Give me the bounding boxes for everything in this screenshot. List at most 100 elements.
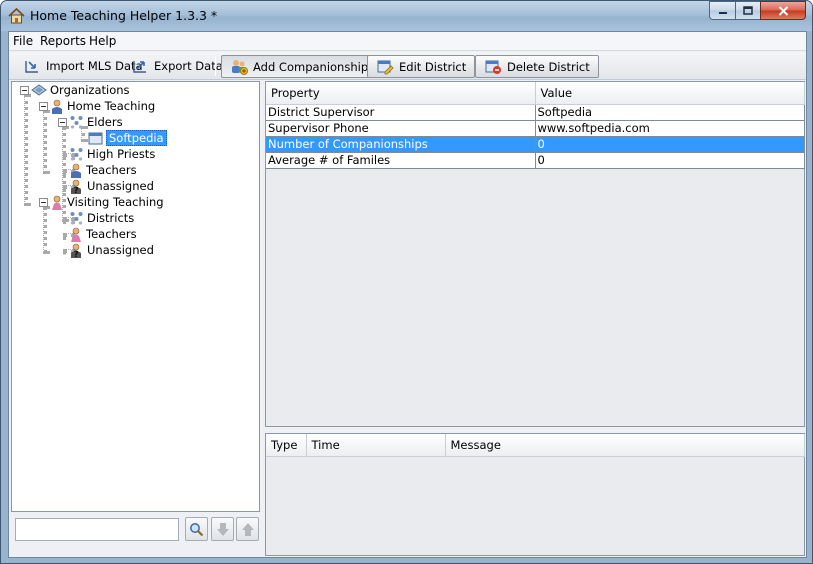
district-icon	[88, 132, 103, 144]
tree-label: Visiting Teaching	[67, 195, 164, 209]
tree-item-ht-teachers[interactable]: Teachers	[69, 162, 137, 178]
tree-connector	[43, 206, 47, 254]
edit-district-button[interactable]: Edit District	[367, 55, 476, 78]
import-icon	[25, 61, 38, 73]
minimize-button[interactable]	[709, 1, 736, 20]
tree-item-home-teaching[interactable]: Home Teaching	[50, 98, 155, 114]
collapse-elders-toggle[interactable]	[58, 118, 67, 127]
property-cell[interactable]: Supervisor Phone	[266, 120, 536, 137]
man-icon	[52, 99, 62, 114]
toolbar: Import MLS Data Export Data Add Companio…	[9, 52, 806, 80]
tree-label: Organizations	[50, 83, 130, 97]
tree-label-selected: Softpedia	[106, 130, 167, 146]
woman-icon	[71, 227, 81, 242]
value-cell[interactable]: 0	[535, 136, 805, 153]
tree-label: Home Teaching	[67, 99, 156, 113]
delete-district-button[interactable]: Delete District	[475, 55, 599, 78]
title-bar[interactable]: Home Teaching Helper 1.3.3 *	[1, 1, 812, 31]
woman-icon	[52, 195, 62, 210]
table-row[interactable]: Supervisor Phone www.softpedia.com	[266, 120, 805, 137]
delete-district-label: Delete District	[507, 59, 590, 74]
tree-item-districts[interactable]: Districts	[69, 210, 134, 226]
column-header-message[interactable]: Message	[445, 434, 805, 457]
property-cell[interactable]: Number of Companionships	[266, 136, 536, 153]
menu-help[interactable]: Help	[89, 34, 116, 48]
tree-item-vt-teachers[interactable]: Teachers	[69, 226, 137, 242]
property-cell[interactable]: District Supervisor	[266, 104, 536, 121]
menu-file[interactable]: File	[13, 34, 33, 48]
property-cell[interactable]: Average # of Familes	[266, 152, 536, 169]
column-header-type[interactable]: Type	[266, 434, 307, 457]
toolbar-separator	[215, 56, 216, 76]
tree-label: Districts	[87, 211, 135, 225]
tree-item-visiting-teaching[interactable]: Visiting Teaching	[50, 194, 164, 210]
export-label: Export Data	[154, 59, 223, 73]
minimize-icon	[718, 11, 727, 14]
teacher-icon	[71, 163, 81, 178]
collapse-home-teaching-toggle[interactable]	[39, 102, 48, 111]
message-log-panel: Type Time Message	[265, 433, 805, 556]
import-label: Import MLS Data	[46, 59, 143, 73]
value-cell[interactable]: Softpedia	[535, 104, 805, 121]
tree-item-ht-unassigned[interactable]: ? Unassigned	[69, 178, 154, 194]
tree-item-high-priests[interactable]: High Priests	[69, 146, 155, 162]
tree-label: High Priests	[87, 147, 156, 161]
maximize-button[interactable]	[735, 1, 761, 20]
group-icon	[70, 116, 83, 129]
svg-text:?: ?	[74, 250, 79, 258]
organization-tree[interactable]: Organizations Home Teaching Elders Softp…	[11, 81, 260, 512]
column-header-property[interactable]: Property	[266, 82, 536, 105]
value-cell[interactable]: 0	[535, 152, 805, 169]
value-cell[interactable]: www.softpedia.com	[535, 120, 805, 137]
tree-item-vt-unassigned[interactable]: ? Unassigned	[69, 242, 154, 258]
window-title: Home Teaching Helper 1.3.3 *	[30, 8, 218, 23]
menu-reports[interactable]: Reports	[40, 34, 86, 48]
collapse-visiting-teaching-toggle[interactable]	[39, 198, 48, 207]
tree-search-input[interactable]	[15, 518, 179, 541]
export-data-button[interactable]: Export Data	[130, 56, 225, 76]
client-area: File Reports Help Import MLS Data Export…	[8, 31, 807, 558]
magnifier-icon	[190, 522, 204, 536]
add-companionship-button[interactable]: Add Companionship	[221, 55, 378, 78]
property-table-panel: Property Value District Supervisor Softp…	[265, 81, 805, 427]
edit-district-label: Edit District	[399, 59, 467, 74]
property-table: Property Value District Supervisor Softp…	[266, 82, 805, 169]
column-header-value[interactable]: Value	[535, 82, 805, 105]
close-button[interactable]	[760, 1, 806, 20]
table-row[interactable]: Average # of Familes 0	[266, 152, 805, 169]
group-icon	[70, 212, 83, 225]
table-row[interactable]: District Supervisor Softpedia	[266, 104, 805, 121]
delete-district-icon	[485, 60, 501, 74]
maximize-icon	[743, 6, 753, 15]
add-people-icon	[232, 60, 248, 75]
organization-icon	[31, 84, 47, 96]
unassigned-person-icon: ?	[71, 179, 81, 194]
move-down-button[interactable]	[211, 517, 234, 541]
svg-text:?: ?	[74, 186, 79, 194]
tree-connector	[24, 94, 28, 206]
add-companionship-label: Add Companionship	[253, 59, 369, 74]
arrow-up-icon	[241, 522, 254, 536]
close-icon	[778, 5, 788, 16]
tree-item-organizations[interactable]: Organizations	[31, 82, 130, 98]
group-icon	[70, 148, 83, 161]
edit-district-icon	[377, 60, 394, 75]
message-log-table: Type Time Message	[266, 434, 805, 457]
import-mls-data-button[interactable]: Import MLS Data	[22, 56, 145, 76]
collapse-organizations-toggle[interactable]	[20, 86, 29, 95]
tree-label: Unassigned	[87, 243, 154, 257]
move-up-button[interactable]	[236, 517, 259, 541]
table-row-selected[interactable]: Number of Companionships 0	[266, 136, 805, 153]
tree-label: Unassigned	[87, 179, 154, 193]
tree-connector	[43, 110, 47, 174]
house-icon	[8, 7, 25, 24]
tree-label: Elders	[87, 115, 123, 129]
tree-label: Teachers	[86, 163, 137, 177]
tree-label: Teachers	[86, 227, 137, 241]
app-window: Home Teaching Helper 1.3.3 * File Report…	[0, 0, 813, 564]
tree-item-elders[interactable]: Elders	[69, 114, 123, 130]
column-header-time[interactable]: Time	[306, 434, 446, 457]
tree-item-softpedia[interactable]: Softpedia	[88, 130, 167, 146]
unassigned-person-icon: ?	[71, 243, 81, 258]
search-button[interactable]	[185, 517, 208, 541]
